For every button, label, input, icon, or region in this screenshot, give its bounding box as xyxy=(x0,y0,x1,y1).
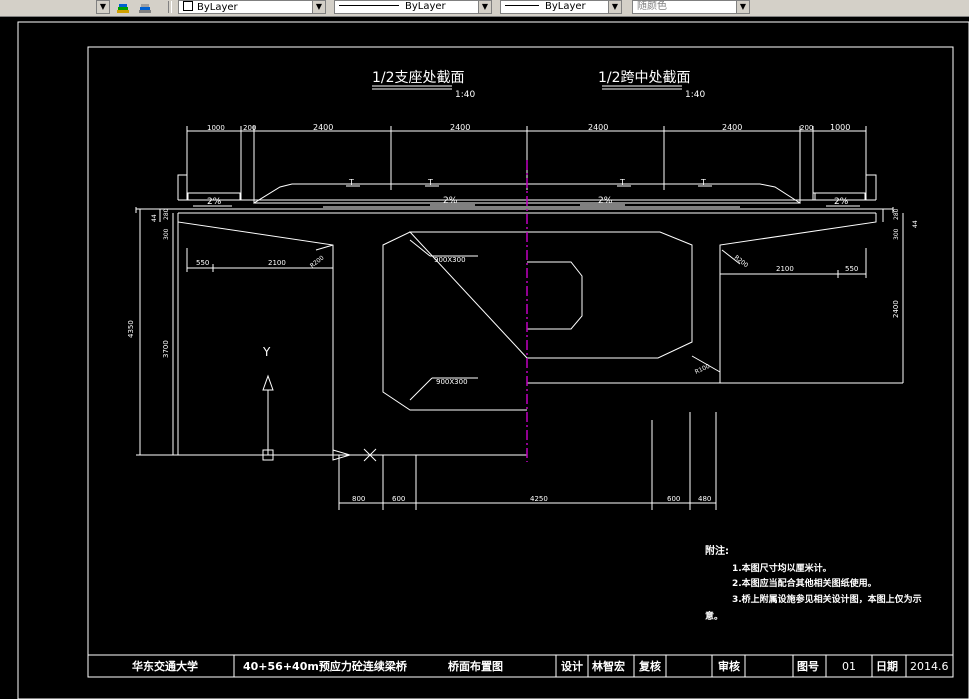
chamfer-top-label: 900X300 xyxy=(434,256,466,264)
diaphragm-opening xyxy=(527,261,583,330)
dim-left-550: 550 xyxy=(196,259,209,267)
dim-left-2100: 2100 xyxy=(268,259,286,267)
properties-toolbar: ▼ ByLayer ▼ ByLayer ▼ ByLayer ▼ 随颜色 ▼ xyxy=(0,0,969,17)
color-dropdown-arrow-icon[interactable]: ▼ xyxy=(312,0,326,14)
layer-states-icon[interactable] xyxy=(116,1,130,13)
dim-right-2400: 2400 xyxy=(892,300,900,318)
note-3: 3.桥上附属设施参见相关设计图，本图上仅为示 xyxy=(732,593,922,605)
dim-bottom-600-right: 600 xyxy=(667,495,680,503)
plotstyle-control[interactable]: 随颜色 xyxy=(632,0,750,14)
title-block xyxy=(88,654,953,677)
dim-top-2: 200 xyxy=(243,124,256,132)
dim-left-3700: 3700 xyxy=(162,340,170,358)
title-drawing-no-label: 图号 xyxy=(797,660,819,673)
ucs-icon xyxy=(262,374,377,462)
dim-left-44: 44 xyxy=(151,214,158,222)
section-right-title: 1/2跨中处截面 xyxy=(598,70,691,86)
title-drawing-name: 桥面布置图 xyxy=(448,659,503,673)
dim-right-44: 44 xyxy=(912,220,919,228)
midspan-cell xyxy=(408,231,693,359)
plotstyle-control-value: 随颜色 xyxy=(637,1,667,12)
slope-label-1: 2% xyxy=(443,196,458,206)
dim-bottom-600-left: 600 xyxy=(392,495,405,503)
lineweight-sample-icon xyxy=(505,5,539,6)
dim-top-1: 1000 xyxy=(207,124,225,132)
dim-right-300: 300 xyxy=(893,228,900,240)
dim-right-550: 550 xyxy=(845,265,858,273)
dim-left-280: 280 xyxy=(163,208,170,220)
note-4: 意。 xyxy=(705,610,723,622)
dim-left-300: 300 xyxy=(163,228,170,240)
slope-label-4: 2% xyxy=(834,197,849,207)
lineweight-control-value: ByLayer xyxy=(545,1,586,12)
slope-label-3: 2% xyxy=(207,197,222,207)
dim-right-280: 280 xyxy=(893,208,900,220)
toolbar-separator xyxy=(168,1,172,13)
dim-bottom-800: 800 xyxy=(352,495,365,503)
dim-left-4350: 4350 xyxy=(127,320,135,338)
linetype-control-value: ByLayer xyxy=(405,1,446,12)
notes-title: 附注: xyxy=(705,544,729,557)
deck-outline xyxy=(135,174,894,455)
dim-top-5: 2400 xyxy=(588,123,608,132)
title-designer: 林智宏 xyxy=(592,659,625,673)
t-mark-3: T xyxy=(619,178,625,187)
color-swatch-icon xyxy=(183,1,193,11)
title-date: 2014.6 xyxy=(910,660,949,673)
dim-top-4: 2400 xyxy=(450,123,470,132)
lineweight-dropdown-arrow-icon[interactable]: ▼ xyxy=(608,0,622,14)
dim-top-6: 2400 xyxy=(722,123,742,132)
title-drawing-no: 01 xyxy=(842,660,856,673)
dim-left-r200: R200 xyxy=(309,254,326,269)
title-review-label: 审核 xyxy=(718,659,740,673)
section-left-title: 1/2支座处截面 xyxy=(372,70,465,86)
ucs-y-label: Y xyxy=(262,345,271,359)
note-1: 1.本图尺寸均以厘米计。 xyxy=(732,562,832,574)
title-check-label: 复核 xyxy=(638,659,661,673)
dim-right-r200: R200 xyxy=(733,254,750,269)
dim-bottom-4250: 4250 xyxy=(530,495,548,503)
t-mark-4: T xyxy=(700,178,706,187)
note-2: 2.本图应当配合其他相关图纸使用。 xyxy=(732,577,877,589)
lineweight-control[interactable]: ByLayer xyxy=(500,0,622,14)
color-control[interactable]: ByLayer xyxy=(178,0,326,14)
scale-left: 1:40 xyxy=(455,90,475,100)
plotstyle-dropdown-arrow-icon[interactable]: ▼ xyxy=(736,0,750,14)
linetype-dropdown-arrow-icon[interactable]: ▼ xyxy=(478,0,492,14)
title-school: 华东交通大学 xyxy=(132,659,198,673)
dim-top-3: 2400 xyxy=(313,123,333,132)
fillet-label: R100 xyxy=(694,363,711,376)
linetype-control[interactable]: ByLayer xyxy=(334,0,492,14)
layer-previous-icon[interactable] xyxy=(138,1,152,13)
linetype-sample-icon xyxy=(339,5,399,6)
color-control-value: ByLayer xyxy=(197,2,238,13)
dim-bottom-480: 480 xyxy=(698,495,711,503)
drawing-canvas[interactable]: 1/2支座处截面 1/2跨中处截面 1:40 1:40 1000 200 240… xyxy=(0,16,969,699)
t-mark-1: T xyxy=(348,178,354,187)
title-project: 40+56+40m预应力砼连续梁桥 xyxy=(243,659,408,673)
t-mark-2: T xyxy=(427,178,433,187)
dim-right-2100: 2100 xyxy=(776,265,794,273)
dim-top-7: 200 xyxy=(800,124,813,132)
slope-label-2: 2% xyxy=(598,196,613,206)
dim-top-8: 1000 xyxy=(830,123,850,132)
chamfer-bottom-label: 900X300 xyxy=(436,378,468,386)
title-design-label: 设计 xyxy=(561,659,583,673)
scale-right: 1:40 xyxy=(685,90,705,100)
title-date-label: 日期 xyxy=(876,659,898,673)
dropdown-arrow-icon[interactable]: ▼ xyxy=(96,0,110,14)
